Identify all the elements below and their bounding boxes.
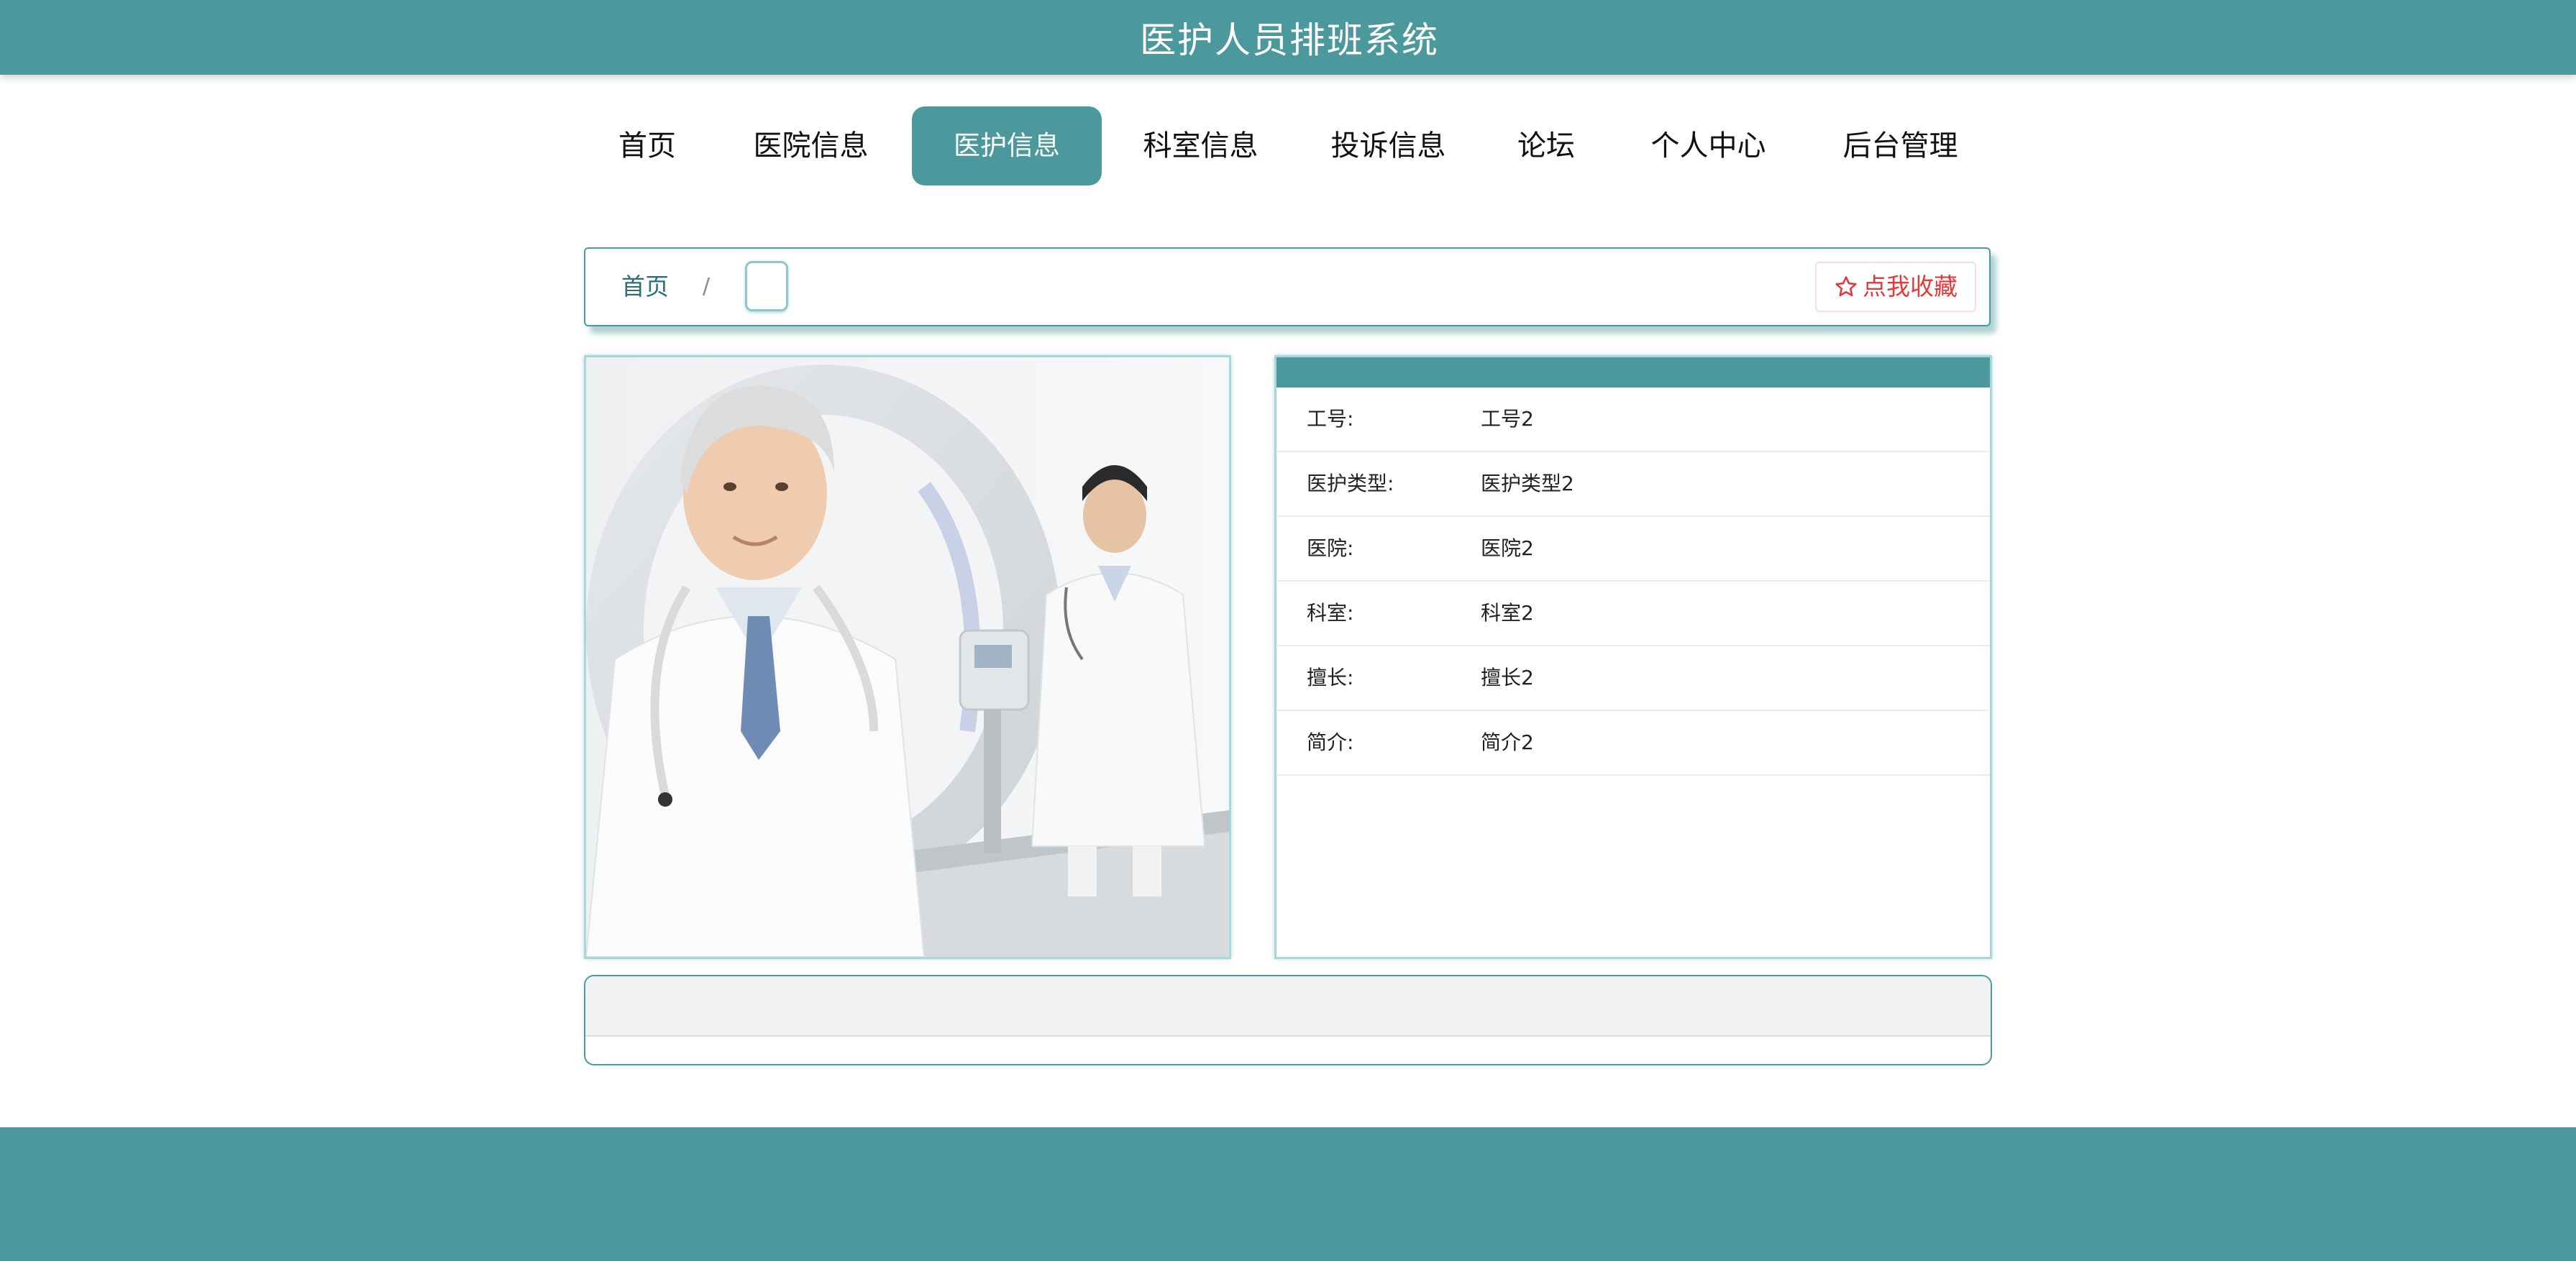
detail-label: 擅长: bbox=[1307, 666, 1354, 689]
detail-value: 医护类型2 bbox=[1481, 472, 1574, 495]
tabs-header[interactable] bbox=[585, 976, 1991, 1037]
breadcrumb: 首页 / 点我收藏 bbox=[584, 247, 1991, 326]
staff-detail-card: 工号: 工号2 医护类型: 医护类型2 医院: 医院2 科室: 科室2 擅长: … bbox=[1274, 355, 1992, 959]
nav-item-admin[interactable]: 后台管理 bbox=[1830, 106, 1970, 185]
favorite-button[interactable]: 点我收藏 bbox=[1815, 262, 1976, 312]
staff-photo bbox=[584, 355, 1231, 959]
star-outline-icon bbox=[1834, 275, 1858, 299]
breadcrumb-current bbox=[745, 261, 788, 311]
nav-item-personal-center[interactable]: 个人中心 bbox=[1638, 106, 1778, 185]
nav-item-forum[interactable]: 论坛 bbox=[1510, 106, 1582, 185]
detail-label: 医院: bbox=[1307, 536, 1354, 560]
detail-value: 科室2 bbox=[1481, 601, 1534, 625]
favorite-button-label: 点我收藏 bbox=[1863, 272, 1958, 301]
detail-row-staff-type: 医护类型: 医护类型2 bbox=[1276, 452, 1990, 517]
breadcrumb-separator: / bbox=[703, 274, 711, 299]
detail-value: 简介2 bbox=[1481, 730, 1534, 754]
footer bbox=[0, 1127, 2576, 1261]
detail-row-specialty: 擅长: 擅长2 bbox=[1276, 646, 1990, 711]
detail-row-introduction: 简介: 简介2 bbox=[1276, 711, 1990, 776]
detail-value: 医院2 bbox=[1481, 536, 1534, 560]
detail-label: 医护类型: bbox=[1307, 472, 1394, 495]
detail-label: 简介: bbox=[1307, 730, 1354, 754]
detail-label: 科室: bbox=[1307, 601, 1354, 625]
main-nav: 首页 医院信息 医护信息 科室信息 投诉信息 论坛 个人中心 后台管理 bbox=[0, 106, 2576, 185]
breadcrumb-home-link[interactable]: 首页 bbox=[621, 249, 669, 325]
detail-row-department: 科室: 科室2 bbox=[1276, 582, 1990, 646]
detail-tabs-panel bbox=[584, 975, 1992, 1065]
detail-value: 擅长2 bbox=[1481, 666, 1534, 689]
nav-item-medical-staff-info[interactable]: 医护信息 bbox=[912, 106, 1102, 185]
site-title: 医护人员排班系统 bbox=[1140, 19, 1439, 61]
detail-row-employee-id: 工号: 工号2 bbox=[1276, 388, 1990, 452]
detail-value: 工号2 bbox=[1481, 407, 1534, 431]
nav-item-department-info[interactable]: 科室信息 bbox=[1131, 106, 1271, 185]
nav-item-hospital-info[interactable]: 医院信息 bbox=[741, 106, 881, 185]
nav-item-home[interactable]: 首页 bbox=[608, 106, 687, 185]
detail-row-hospital: 医院: 医院2 bbox=[1276, 517, 1990, 582]
nav-item-complaint-info[interactable]: 投诉信息 bbox=[1318, 106, 1458, 185]
detail-card-header bbox=[1276, 357, 1990, 388]
detail-label: 工号: bbox=[1307, 407, 1354, 431]
top-header: 医护人员排班系统 bbox=[0, 0, 2576, 75]
